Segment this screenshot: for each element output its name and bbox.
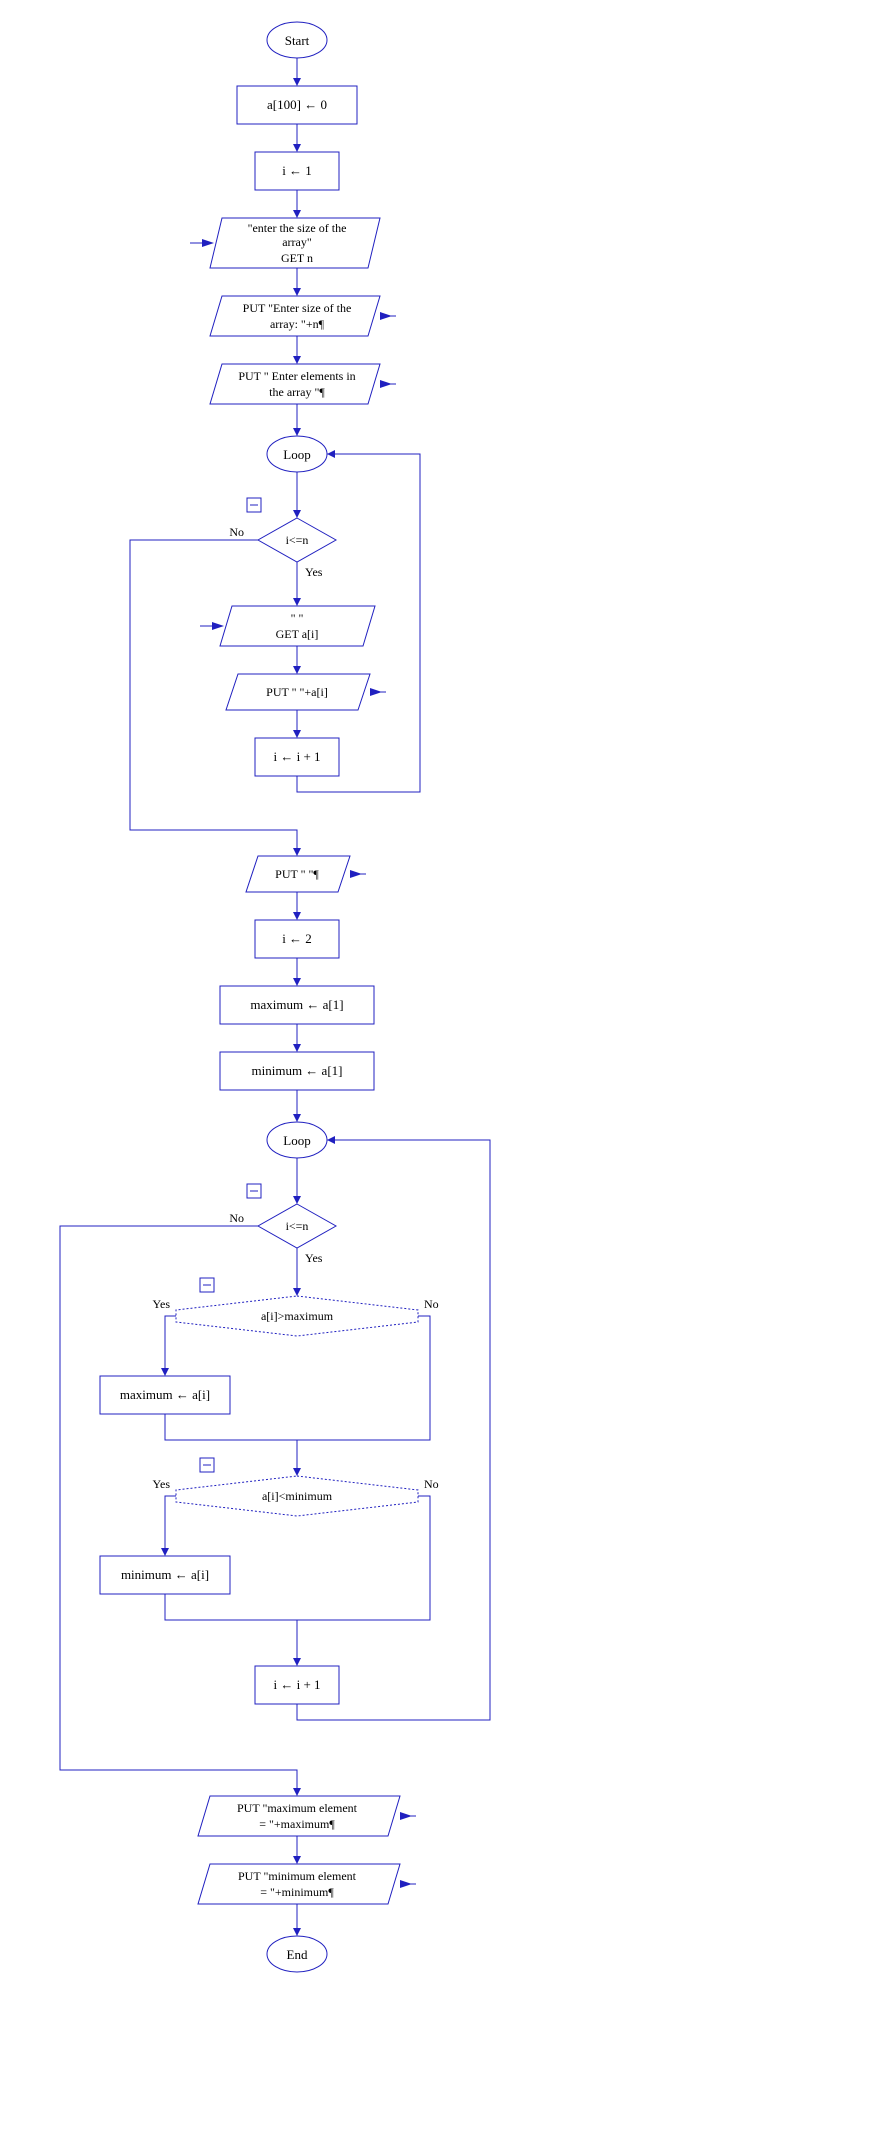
svg-text:a[i]<minimum: a[i]<minimum — [262, 1489, 333, 1503]
svg-text:PUT " "+a[i]: PUT " "+a[i] — [266, 685, 328, 699]
svg-text:Yes: Yes — [153, 1477, 171, 1491]
svg-text:"enter the size of the: "enter the size of the — [248, 221, 347, 235]
svg-text:array": array" — [282, 235, 312, 249]
svg-text:i ← i + 1: i ← i + 1 — [273, 749, 320, 764]
svg-text:i<=n: i<=n — [286, 1219, 309, 1233]
svg-text:No: No — [229, 1211, 244, 1225]
svg-text:No: No — [229, 525, 244, 539]
svg-text:PUT "Enter size of the: PUT "Enter size of the — [243, 301, 352, 315]
svg-text:GET n: GET n — [281, 251, 313, 265]
svg-text:PUT "minimum element: PUT "minimum element — [238, 1869, 357, 1883]
svg-text:Yes: Yes — [305, 1251, 323, 1265]
svg-text:PUT "maximum element: PUT "maximum element — [237, 1801, 358, 1815]
svg-text:End: End — [287, 1947, 308, 1962]
start-label: Start — [285, 33, 310, 48]
svg-text:GET a[i]: GET a[i] — [276, 627, 319, 641]
svg-text:i<=n: i<=n — [286, 533, 309, 547]
svg-text:= "+maximum¶: = "+maximum¶ — [259, 1817, 335, 1831]
svg-text:i ← i + 1: i ← i + 1 — [273, 1677, 320, 1692]
svg-text:Loop: Loop — [283, 1133, 310, 1148]
svg-text:maximum ← a[1]: maximum ← a[1] — [250, 997, 343, 1012]
svg-text:Yes: Yes — [305, 565, 323, 579]
svg-text:i ← 2: i ← 2 — [282, 931, 312, 946]
svg-text:No: No — [424, 1477, 439, 1491]
svg-text:PUT " "¶: PUT " "¶ — [275, 867, 319, 881]
svg-text:= "+minimum¶: = "+minimum¶ — [260, 1885, 334, 1899]
svg-text:Loop: Loop — [283, 447, 310, 462]
svg-text:a[i]>maximum: a[i]>maximum — [261, 1309, 334, 1323]
svg-text:array: "+n¶: array: "+n¶ — [270, 317, 325, 331]
svg-text:No: No — [424, 1297, 439, 1311]
flowchart: Start a[100] ← 0 i ← 1 "enter the size o… — [0, 0, 871, 2155]
svg-text:PUT " Enter elements in: PUT " Enter elements in — [238, 369, 355, 383]
svg-text:i ← 1: i ← 1 — [282, 163, 312, 178]
svg-text:the array "¶: the array "¶ — [269, 385, 325, 399]
svg-text:a[100] ← 0: a[100] ← 0 — [267, 97, 327, 112]
svg-text:minimum ← a[1]: minimum ← a[1] — [252, 1063, 343, 1078]
svg-text:minimum ← a[i]: minimum ← a[i] — [121, 1567, 209, 1582]
svg-text:Yes: Yes — [153, 1297, 171, 1311]
svg-text:maximum ← a[i]: maximum ← a[i] — [120, 1387, 210, 1402]
svg-text:" ": " " — [291, 611, 304, 625]
